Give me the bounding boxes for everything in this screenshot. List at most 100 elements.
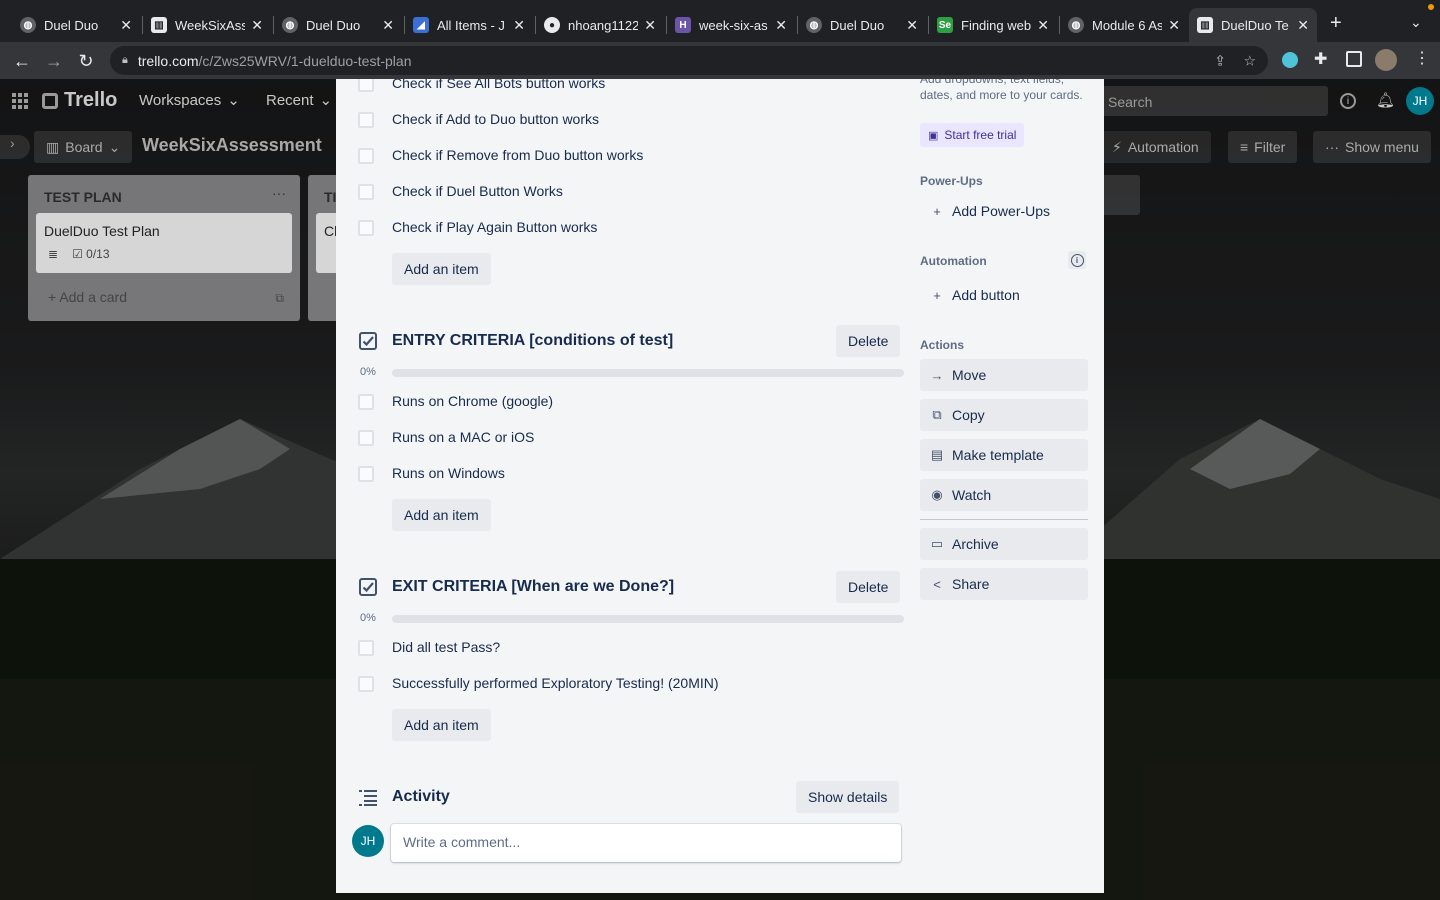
kebab-menu-icon[interactable]: ⋮ [1414, 48, 1430, 68]
star-icon[interactable]: ☆ [1243, 52, 1256, 69]
heroku-icon: H [675, 17, 691, 33]
add-automation-button[interactable]: + Add button [920, 279, 1020, 311]
close-icon[interactable]: ✕ [1037, 17, 1049, 34]
board-view-button[interactable]: ▥ Board ⌄ [34, 131, 133, 163]
reload-icon[interactable]: ↻ [74, 49, 98, 73]
recent-menu[interactable]: Recent ⌄ [266, 91, 332, 110]
checklist-item[interactable]: Check if Add to Duo button works [392, 111, 599, 127]
browser-tab[interactable]: ▥ WeekSixAss ✕ [143, 8, 271, 42]
back-icon[interactable]: ← [10, 49, 34, 73]
watch-button[interactable]: ◉ Watch [920, 479, 1088, 511]
checklist-checkbox[interactable] [358, 676, 374, 692]
browser-tab[interactable]: ◍ Duel Duo ✕ [798, 8, 926, 42]
checklist-checkbox[interactable] [358, 112, 374, 128]
close-icon[interactable]: ✕ [906, 17, 918, 34]
info-icon[interactable]: i [1340, 93, 1356, 109]
close-icon[interactable]: ✕ [513, 17, 525, 34]
browser-tab[interactable]: Se Finding web ✕ [929, 8, 1057, 42]
start-trial-button[interactable]: ▣ Start free trial [920, 123, 1025, 147]
tab-search-icon[interactable]: ⌄ [1410, 14, 1422, 31]
close-icon[interactable]: ✕ [382, 17, 394, 34]
profile-avatar[interactable] [1375, 49, 1397, 71]
trello-logo[interactable]: Trello [42, 89, 117, 112]
add-item-button[interactable]: Add an item [392, 709, 491, 741]
trello-icon: ▥ [151, 17, 167, 33]
close-icon[interactable]: ✕ [775, 17, 787, 34]
puzzle-icon[interactable]: ✚ [1314, 49, 1327, 69]
checklist-item[interactable]: Successfully performed Exploratory Testi… [392, 675, 719, 691]
comment-input[interactable]: Write a comment... [391, 824, 901, 862]
checklist-item[interactable]: Did all test Pass? [392, 639, 500, 655]
move-button[interactable]: → Move [920, 359, 1088, 391]
checklist-checkbox[interactable] [358, 640, 374, 656]
forward-icon[interactable]: → [42, 49, 66, 73]
checklist-checkbox[interactable] [358, 148, 374, 164]
search-input[interactable]: Search [1098, 86, 1328, 116]
close-icon[interactable]: ✕ [1297, 17, 1309, 34]
browser-tab[interactable]: ◍ Duel Duo ✕ [274, 8, 402, 42]
checklist-item[interactable]: Check if Play Again Button works [392, 219, 597, 235]
commenter-avatar[interactable]: JH [352, 825, 384, 857]
delete-checklist-button[interactable]: Delete [836, 325, 901, 357]
info-icon[interactable]: i [1068, 251, 1086, 269]
checklist-item[interactable]: Runs on Windows [392, 465, 505, 481]
add-card-button[interactable]: + Add a card [48, 289, 127, 305]
close-icon[interactable]: ✕ [251, 17, 263, 34]
checklist-item[interactable]: Runs on a MAC or iOS [392, 429, 534, 445]
checklist-item[interactable]: Check if Duel Button Works [392, 183, 563, 199]
checklist-checkbox[interactable] [358, 430, 374, 446]
bell-icon[interactable]: 🔔︎ [1376, 91, 1395, 109]
add-list-placeholder[interactable] [1104, 175, 1140, 215]
close-icon[interactable]: ✕ [120, 17, 132, 34]
checklist-progress-bar [392, 615, 904, 623]
close-icon[interactable]: ✕ [1168, 17, 1180, 34]
new-tab-icon[interactable]: + [1330, 12, 1342, 35]
checklist-checkbox[interactable] [358, 79, 374, 92]
filter-button[interactable]: ≡ Filter [1228, 131, 1298, 163]
browser-tab[interactable]: ● nhoang1122 ✕ [536, 8, 664, 42]
board-title[interactable]: WeekSixAssessment [142, 135, 322, 156]
share-icon[interactable]: ⇪ [1214, 52, 1226, 69]
close-icon[interactable]: ✕ [644, 17, 656, 34]
apps-grid-icon[interactable] [12, 93, 28, 109]
sidebar-expand-icon[interactable]: › [0, 135, 30, 159]
show-menu-button[interactable]: ··· Show menu [1313, 131, 1431, 163]
checklist-checkbox[interactable] [358, 184, 374, 200]
checklist-checkbox[interactable] [358, 466, 374, 482]
browser-tab[interactable]: H week-six-as ✕ [667, 8, 795, 42]
list-title[interactable]: TEST PLAN [44, 189, 122, 205]
checklist-title[interactable]: EXIT CRITERIA [When are we Done?] [392, 578, 674, 596]
checklist-icon [359, 332, 377, 350]
url-host: trello.com [137, 52, 199, 69]
checklist-item[interactable]: Check if See All Bots button works [392, 79, 605, 91]
list-menu-icon[interactable]: ··· [272, 185, 286, 201]
archive-button[interactable]: ▭ Archive [920, 528, 1088, 560]
make-template-button[interactable]: ▤ Make template [920, 439, 1088, 471]
url-input[interactable]: 🔒︎ trello.com/c/Zws25WRV/1-duelduo-test-… [110, 46, 1268, 75]
browser-tab[interactable]: ◢ All Items - J ✕ [405, 8, 533, 42]
checklist-checkbox[interactable] [358, 220, 374, 236]
plus-icon: + [933, 287, 941, 303]
card[interactable]: DuelDuo Test Plan ≣ ☑︎ 0/13 [36, 213, 292, 273]
checklist-item[interactable]: Check if Remove from Duo button works [392, 147, 643, 163]
browser-tab[interactable]: ◍ Module 6 As ✕ [1060, 8, 1188, 42]
user-avatar[interactable]: JH [1406, 87, 1434, 115]
copy-button[interactable]: ⧉ Copy [920, 399, 1088, 431]
browser-tab-active[interactable]: ▥ DuelDuo Te ✕ [1189, 8, 1317, 42]
add-powerups-button[interactable]: + Add Power-Ups [920, 195, 1050, 227]
share-button[interactable]: < Share [920, 568, 1088, 600]
workspaces-menu[interactable]: Workspaces ⌄ [139, 91, 240, 110]
show-details-button[interactable]: Show details [796, 781, 900, 813]
checklist-item[interactable]: Runs on Chrome (google) [392, 393, 553, 409]
browser-tab[interactable]: ◍ Duel Duo ✕ [12, 8, 140, 42]
add-item-button[interactable]: Add an item [392, 499, 491, 531]
sidepanel-icon[interactable] [1346, 51, 1362, 67]
list-title[interactable]: TI [324, 189, 336, 205]
template-icon[interactable]: ⧉ [275, 291, 284, 306]
checklist-checkbox[interactable] [358, 394, 374, 410]
automation-button[interactable]: ⚡︎ Automation [1100, 131, 1211, 163]
add-item-button[interactable]: Add an item [392, 253, 491, 285]
delete-checklist-button[interactable]: Delete [836, 571, 901, 603]
checklist-title[interactable]: ENTRY CRITERIA [conditions of test] [392, 332, 673, 350]
extension-icon[interactable] [1282, 52, 1298, 68]
